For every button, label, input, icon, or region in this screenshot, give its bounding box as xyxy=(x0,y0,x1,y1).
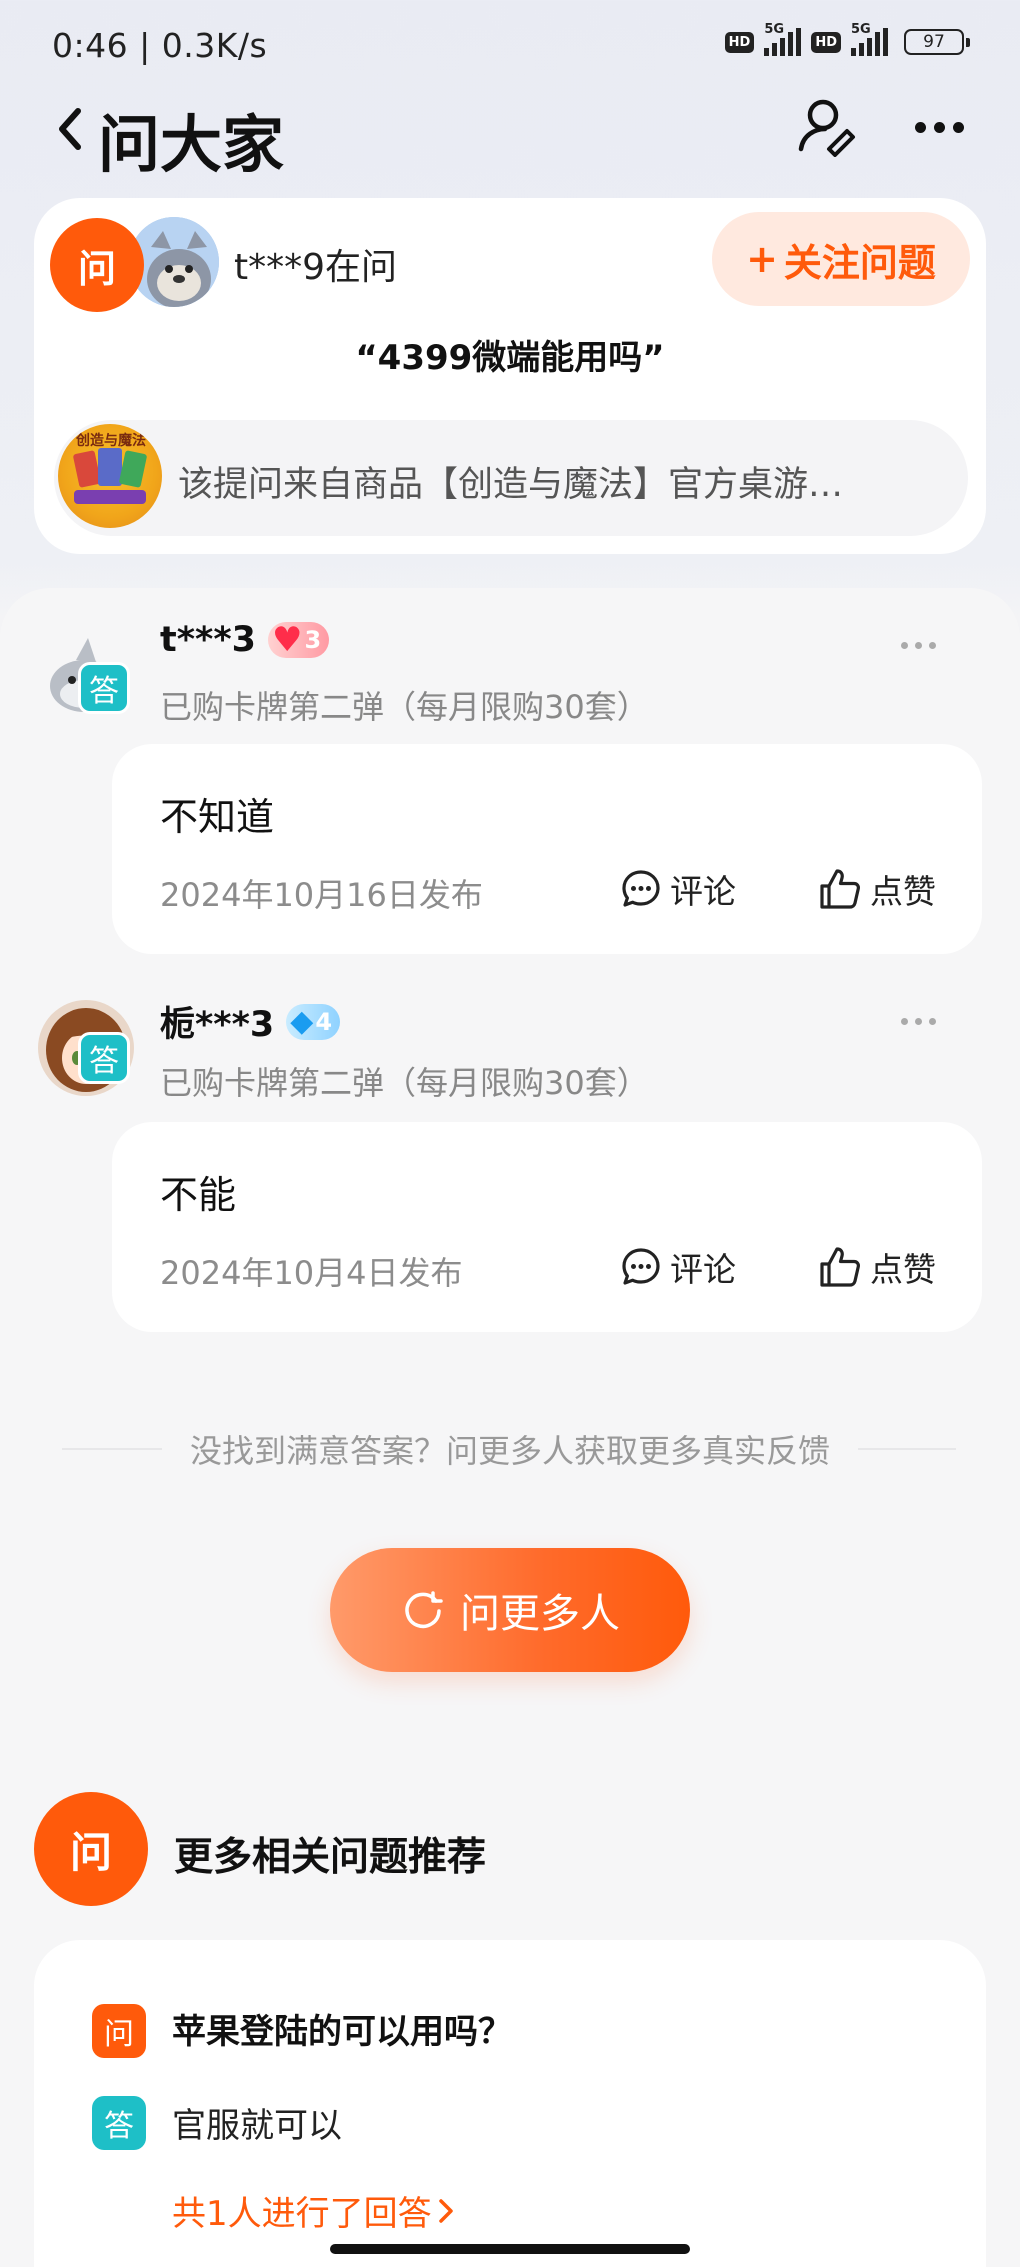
related-badge: 问 xyxy=(34,1792,148,1906)
answer-date: 2024年10月4日发布 xyxy=(160,1254,463,1292)
answer-user[interactable]: t***3 ♥ 3 xyxy=(160,620,330,660)
user-level: 3 xyxy=(304,626,322,654)
signal-icon: 5G xyxy=(851,22,888,56)
more-options-button[interactable] xyxy=(904,102,974,152)
more-horizontal-icon xyxy=(900,641,908,649)
answer-badge: 答 xyxy=(78,662,130,714)
network-type: 5G xyxy=(851,22,871,37)
comment-button[interactable]: 评论 xyxy=(620,854,736,924)
network-type: 5G xyxy=(764,22,785,37)
answer-date: 2024年10月16日发布 xyxy=(160,876,483,914)
related-answer-badge: 答 xyxy=(92,2096,146,2150)
answer-content: 不知道 xyxy=(160,795,275,839)
purchase-info: 已购卡牌第二弹（每月限购30套） xyxy=(160,1064,649,1102)
answer-more-button[interactable] xyxy=(888,1006,948,1036)
heart-icon: ♥ xyxy=(272,620,303,660)
refresh-plus-icon xyxy=(405,1591,443,1629)
hd-icon: HD xyxy=(811,31,841,53)
clock: 0:46 xyxy=(52,26,129,65)
diamond-icon: ◆ xyxy=(290,1003,314,1039)
product-text: 该提问来自商品【创造与魔法】官方桌游… xyxy=(178,465,844,505)
chevron-right-icon xyxy=(438,2198,453,2223)
comment-label: 评论 xyxy=(670,1250,736,1289)
comment-icon xyxy=(622,1248,660,1285)
user-level: 4 xyxy=(315,1007,333,1036)
answer-username: 栀***3 xyxy=(160,1005,275,1045)
related-question-text[interactable]: 苹果登陆的可以用吗？ xyxy=(172,2004,512,2053)
question-text: “4399微端能用吗” xyxy=(355,338,665,378)
hd-icon: HD xyxy=(724,31,755,53)
answer-username: t***3 xyxy=(160,620,256,660)
answer-badge: 答 xyxy=(78,1032,130,1084)
status-time: 0:46 | 0.3K/s xyxy=(52,26,268,65)
like-button[interactable]: 点赞 xyxy=(818,1232,936,1302)
answer-more-button[interactable] xyxy=(888,630,948,660)
status-bar: 0:46 | 0.3K/s HD 5G HD 5G 97 xyxy=(0,0,1020,90)
related-answers-link[interactable]: 共1人进行了回答 xyxy=(172,2186,456,2235)
thumbs-up-icon xyxy=(820,869,860,909)
comment-button[interactable]: 评论 xyxy=(620,1232,736,1302)
thumbs-up-icon xyxy=(820,1247,860,1287)
more-horizontal-icon xyxy=(914,121,926,133)
user-level-badge: ◆ 4 xyxy=(286,1003,341,1040)
product-link[interactable]: 创造与魔法 该提问来自商品【创造与魔法】官方桌游… xyxy=(54,420,968,536)
prompt-text: 没找到满意答案？问更多人获取更多真实反馈 xyxy=(161,1432,858,1470)
related-answer-text: 官服就可以 xyxy=(172,2106,342,2146)
ask-more-label: 问更多人 xyxy=(460,1591,620,1637)
follow-question-button[interactable]: + 关注问题 xyxy=(712,212,970,306)
question-badge: 问 xyxy=(50,218,144,312)
page-title: 问大家 xyxy=(98,108,285,181)
ask-more-button[interactable]: 问更多人 xyxy=(330,1548,690,1672)
answer-bubble: 不知道 2024年10月16日发布 评论 点赞 xyxy=(112,744,982,954)
answer-content: 不能 xyxy=(160,1173,237,1217)
related-question-badge: 问 xyxy=(92,2004,146,2058)
product-thumb-text: 创造与魔法 xyxy=(76,433,146,449)
battery-level: 97 xyxy=(923,32,945,52)
back-button[interactable] xyxy=(44,94,94,164)
comment-label: 评论 xyxy=(670,872,736,911)
status-icons: HD 5G HD 5G 97 xyxy=(724,22,970,56)
user-level-badge: ♥ 3 xyxy=(268,620,330,660)
more-horizontal-icon xyxy=(900,1017,908,1025)
signal-icon: 5G xyxy=(764,22,802,56)
chevron-left-icon xyxy=(59,108,81,150)
header: 问大家 xyxy=(0,80,1020,181)
follow-label: 关注问题 xyxy=(783,240,936,285)
like-button[interactable]: 点赞 xyxy=(818,854,936,924)
battery-icon: 97 xyxy=(904,29,970,55)
network-speed: 0.3K/s xyxy=(161,26,268,65)
user-search-icon xyxy=(798,99,855,157)
product-thumbnail: 创造与魔法 xyxy=(58,424,162,528)
related-title: 更多相关问题推荐 xyxy=(174,1835,487,1880)
answer-user[interactable]: 栀***3 ◆ 4 xyxy=(160,996,341,1047)
like-label: 点赞 xyxy=(870,872,936,911)
user-search-button[interactable] xyxy=(790,90,860,160)
purchase-info: 已购卡牌第二弹（每月限购30套） xyxy=(160,688,649,726)
asker-name: t***9在问 xyxy=(234,247,398,288)
home-indicator[interactable] xyxy=(330,2244,690,2254)
plus-icon: + xyxy=(746,237,778,281)
like-label: 点赞 xyxy=(870,1250,936,1289)
no-answer-prompt: 没找到满意答案？问更多人获取更多真实反馈 xyxy=(0,1426,1020,1472)
comment-icon xyxy=(622,870,660,907)
related-answers-count: 共1人进行了回答 xyxy=(172,2194,432,2234)
answer-bubble: 不能 2024年10月4日发布 评论 点赞 xyxy=(112,1122,982,1332)
